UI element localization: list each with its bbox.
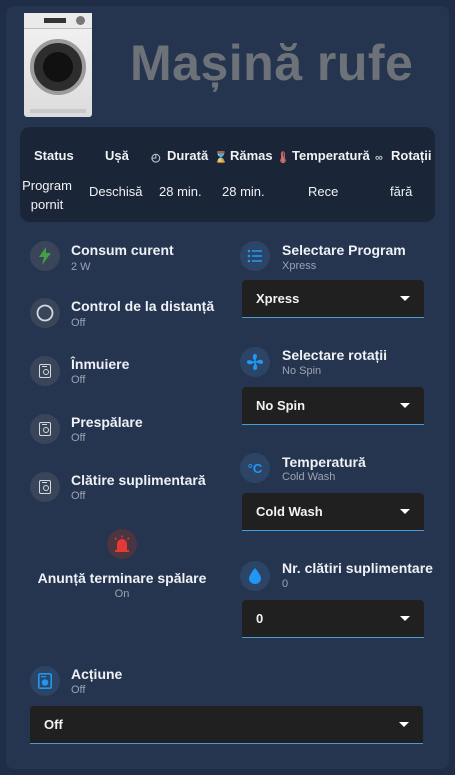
temperature-tile: °C Temperatură Cold Wash Cold Wash (234, 444, 434, 540)
circle-outline-icon (30, 298, 60, 328)
extra-rinse-name: Clătire suplimentară (71, 472, 206, 488)
status-header: Status (34, 148, 74, 163)
timer-icon: ◴ (151, 152, 161, 164)
program-tile: Selectare Program Xpress Xpress (234, 232, 434, 328)
soak-tile[interactable]: Înmuiere Off (22, 347, 222, 397)
duration-value: 28 min. (159, 184, 202, 199)
rinses-tile: Nr. clătiri suplimentare 0 0 (234, 550, 434, 646)
program-name: Selectare Program (282, 242, 406, 258)
notify-finish-name: Anunță terminare spălare (37, 570, 207, 586)
washing-machine-icon (30, 666, 60, 696)
temperature-select-value: Cold Wash (256, 504, 323, 519)
washing-machine-icon (30, 356, 60, 386)
thermometer-icon: 🌡 (276, 152, 290, 164)
list-icon (240, 241, 270, 271)
program-select[interactable]: Xpress (242, 280, 424, 318)
rinses-name: Nr. clătiri suplimentare (282, 560, 433, 576)
remote-control-tile[interactable]: Control de la distanță Off (22, 290, 222, 340)
soak-name: Înmuiere (71, 356, 130, 372)
door-header: Ușă (105, 148, 129, 163)
spin-name: Selectare rotații (282, 347, 388, 363)
rinses-select-value: 0 (256, 611, 264, 626)
power-state: 2 W (71, 261, 91, 273)
celsius-icon: °C (240, 453, 270, 483)
extra-rinse-tile[interactable]: Clătire suplimentară Off (22, 463, 222, 513)
temperature-value: Rece (308, 184, 339, 199)
temperature-state: Cold Wash (282, 471, 336, 483)
temperature-header: 🌡 Temperatură (276, 148, 370, 164)
remaining-header: ⌛ Rămas (214, 148, 273, 164)
power-tile[interactable]: Consum curent 2 W (22, 232, 222, 282)
soak-state: Off (71, 374, 86, 386)
rinses-state: 0 (282, 578, 289, 590)
prewash-state: Off (71, 432, 86, 444)
remote-control-state: Off (71, 317, 86, 329)
washing-machine-image (24, 13, 92, 117)
link-icon: ∞ (375, 152, 383, 164)
chevron-down-icon (400, 616, 410, 621)
action-name: Acțiune (71, 666, 123, 682)
remaining-value: 28 min. (222, 184, 265, 199)
action-select-value: Off (44, 717, 63, 732)
duration-header: ◴ Durată (151, 148, 209, 164)
status-table: Status Ușă ◴ Durată ⌛ Rămas 🌡 Temperatură ∞… (20, 127, 435, 222)
remote-control-name: Control de la distanță (71, 298, 215, 314)
rinses-select[interactable]: 0 (242, 600, 424, 638)
washing-machine-icon (30, 414, 60, 444)
lightning-icon (30, 241, 60, 271)
spin-tile: Selectare rotații No Spin No Spin (234, 338, 434, 434)
alarm-light-icon (107, 529, 137, 559)
chevron-down-icon (400, 403, 410, 408)
spin-select[interactable]: No Spin (242, 387, 424, 425)
chevron-down-icon (400, 509, 410, 514)
hourglass-icon: ⌛ (214, 152, 228, 164)
fan-icon (240, 347, 270, 377)
program-state: Xpress (282, 260, 317, 272)
notify-finish-tile[interactable]: Anunță terminare spălare On (22, 520, 222, 612)
spin-value: fără (390, 184, 413, 199)
prewash-tile[interactable]: Prespălare Off (22, 405, 222, 455)
spin-header: ∞ Rotații (375, 148, 432, 164)
power-name: Consum curent (71, 242, 174, 258)
door-value: Deschisă (89, 184, 143, 199)
temperature-select[interactable]: Cold Wash (242, 493, 424, 531)
washing-machine-icon (30, 472, 60, 502)
page-title: Mașină rufe (130, 35, 414, 91)
notify-finish-state: On (114, 588, 130, 600)
action-state: Off (71, 684, 86, 696)
spin-select-value: No Spin (256, 398, 306, 413)
action-tile: Acțiune Off Off (22, 656, 434, 752)
extra-rinse-state: Off (71, 490, 86, 502)
prewash-name: Prespălare (71, 414, 143, 430)
action-select[interactable]: Off (30, 706, 423, 744)
status-value: Program pornit (22, 178, 72, 212)
temperature-name: Temperatură (282, 454, 366, 470)
program-select-value: Xpress (256, 291, 300, 306)
chevron-down-icon (400, 296, 410, 301)
water-drop-icon (240, 561, 270, 591)
spin-state: No Spin (282, 365, 322, 377)
chevron-down-icon (399, 722, 409, 727)
